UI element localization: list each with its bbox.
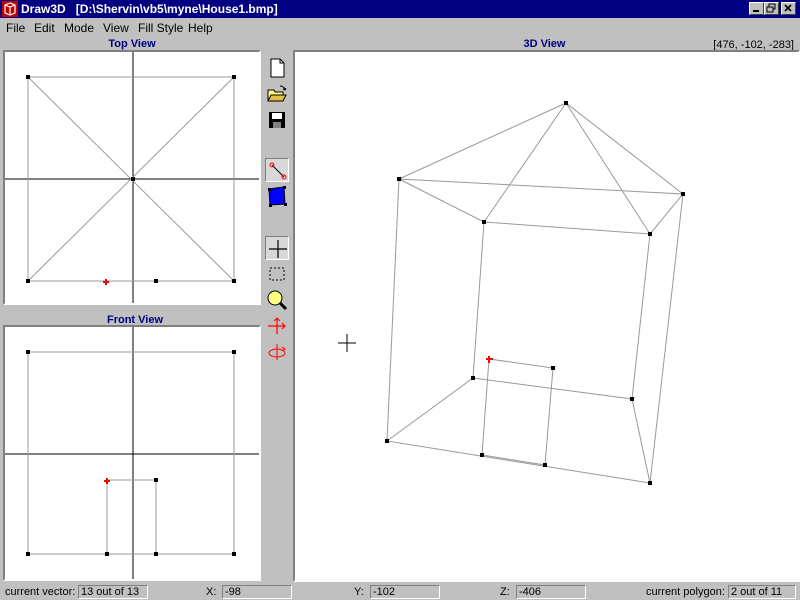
crosshair-icon <box>269 240 287 258</box>
z-label: Z: <box>500 586 510 598</box>
mouse-crosshair-cursor <box>338 334 356 352</box>
top-view-title: Top View <box>108 38 156 50</box>
polygon-fill-button[interactable] <box>265 184 289 208</box>
3d-view-drawing <box>338 101 685 485</box>
rotate-icon <box>268 344 286 360</box>
minimize-button[interactable] <box>749 2 764 15</box>
app-logo-icon <box>2 1 18 17</box>
current-polygon-value: 2 out of 11 <box>728 585 796 599</box>
current-polygon-label: current polygon: <box>646 586 725 598</box>
crosshair-tool-button[interactable] <box>265 236 289 260</box>
save-icon <box>269 112 285 128</box>
current-vector-label: current vector: <box>5 586 76 598</box>
z-value: -406 <box>516 585 586 599</box>
close-button[interactable] <box>781 2 796 15</box>
minimize-icon <box>753 10 759 12</box>
move-button[interactable] <box>265 314 289 338</box>
menu-file[interactable]: File <box>6 21 25 35</box>
3d-view-canvas[interactable] <box>293 50 800 582</box>
close-icon <box>784 4 792 12</box>
x-value: -98 <box>222 585 292 599</box>
polygon-fill-icon <box>268 186 287 207</box>
line-tool-button[interactable] <box>265 158 289 182</box>
y-value: -102 <box>370 585 440 599</box>
rotate-button[interactable] <box>265 340 289 364</box>
y-label: Y: <box>354 586 364 598</box>
open-file-button[interactable] <box>265 82 289 106</box>
new-file-icon <box>270 58 285 78</box>
front-view-drawing <box>5 327 259 579</box>
menu-bar: File Edit Mode View Fill Style Help <box>0 19 800 37</box>
status-bar: current vector: 13 out of 13 X: -98 Y: -… <box>0 584 800 600</box>
top-view-canvas[interactable] <box>3 50 261 305</box>
select-rect-button[interactable] <box>265 262 289 286</box>
new-file-button[interactable] <box>265 56 289 80</box>
front-view-canvas[interactable] <box>3 325 261 581</box>
menu-edit[interactable]: Edit <box>34 21 55 35</box>
menu-mode[interactable]: Mode <box>64 21 94 35</box>
restore-icon <box>766 3 776 13</box>
line-tool-icon <box>269 162 287 180</box>
select-rect-icon <box>269 267 285 281</box>
restore-button[interactable] <box>764 2 779 15</box>
menu-help[interactable]: Help <box>188 21 213 35</box>
move-icon <box>268 317 286 334</box>
open-folder-icon <box>267 85 287 102</box>
zoom-icon <box>267 290 288 311</box>
menu-view[interactable]: View <box>103 21 129 35</box>
menu-fill-style[interactable]: Fill Style <box>138 21 183 35</box>
current-vector-value: 13 out of 13 <box>78 585 148 599</box>
title-bar: Draw3D [D:\Shervin\vb5\myne\House1.bmp] <box>0 0 800 18</box>
zoom-button[interactable] <box>265 288 289 312</box>
window-title: Draw3D [D:\Shervin\vb5\myne\House1.bmp] <box>21 2 278 16</box>
x-label: X: <box>206 586 217 598</box>
top-view-drawing <box>5 52 259 303</box>
save-file-button[interactable] <box>265 108 289 132</box>
